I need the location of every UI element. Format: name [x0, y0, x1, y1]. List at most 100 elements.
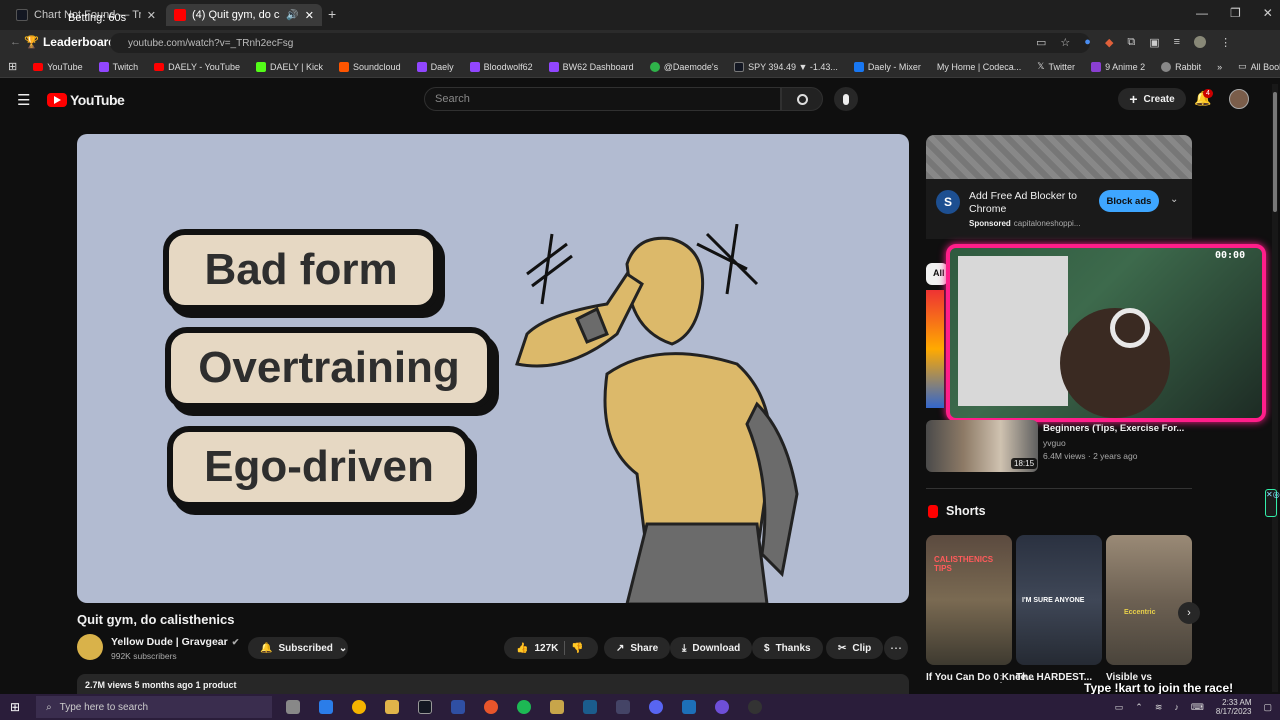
menu-icon[interactable]: ≡ [1174, 36, 1180, 49]
bookmark-twitter[interactable]: 𝕏 Twitter [1029, 61, 1083, 72]
extension-side-widget[interactable]: ✕◎ [1265, 489, 1280, 517]
block-ads-button[interactable]: Block ads [1099, 190, 1159, 212]
all-bookmarks[interactable]: ▭All Bookmarks [1230, 61, 1280, 72]
steam-icon[interactable] [583, 700, 598, 714]
close-icon[interactable]: ✕ [305, 9, 314, 22]
cast-icon[interactable]: ▭ [1036, 36, 1046, 49]
scrollbar-thumb[interactable] [1273, 92, 1277, 212]
extension-icon[interactable]: ◆ [1105, 36, 1113, 49]
close-icon[interactable]: ✕ [147, 9, 156, 22]
create-button[interactable]: + Create [1118, 88, 1186, 110]
app-icon[interactable] [550, 700, 565, 714]
chevron-down-icon[interactable]: ⌄ [1170, 194, 1178, 205]
bookmark-9anime[interactable]: 9 Anime 2 [1083, 61, 1153, 72]
profile-avatar[interactable] [1194, 36, 1207, 48]
channel-name-row[interactable]: Yellow Dude | Gravgear ✔ [111, 636, 239, 648]
ad-title[interactable]: Add Free Ad Blocker to Chrome [969, 190, 1087, 216]
bookmark-codecademy[interactable]: My Home | Codeca... [929, 62, 1029, 72]
app-icon[interactable] [682, 700, 697, 714]
search-button[interactable] [781, 87, 823, 111]
thumbs-down-icon[interactable]: 👎 [571, 643, 583, 654]
spotify-icon[interactable] [517, 700, 532, 714]
sidepanel-icon[interactable]: ▣ [1149, 36, 1159, 49]
bookmark-daely-kick[interactable]: DAELY | Kick [248, 61, 331, 72]
share-button[interactable]: ↗ Share [604, 637, 671, 659]
bookmark-daely-mixer[interactable]: Daely - Mixer [846, 61, 929, 72]
scrollbar[interactable] [1272, 84, 1278, 692]
bookmarks-bar: ⊞ YouTube Twitch DAELY - YouTube DAELY |… [0, 56, 1280, 78]
tradingview-icon[interactable] [418, 700, 433, 714]
bookmark-rabbit[interactable]: Rabbit [1153, 61, 1209, 72]
minimize-icon[interactable]: — [1196, 6, 1208, 20]
bookmark-daely[interactable]: Daely [409, 61, 462, 72]
bookmark-twitch[interactable]: Twitch [91, 61, 147, 72]
network-icon[interactable]: ▭ [1115, 702, 1124, 713]
like-count[interactable]: 127K [534, 643, 558, 654]
short-thumbnail-2[interactable]: I'M SURE ANYONE [1016, 535, 1102, 665]
file-explorer-icon[interactable] [385, 700, 400, 714]
youtube-logo[interactable]: YouTube [47, 92, 125, 108]
app-icon[interactable] [451, 700, 466, 714]
windows-start-icon[interactable]: ⊞ [10, 700, 20, 714]
bookmark-bw62-dashboard[interactable]: BW62 Dashboard [541, 61, 642, 72]
taskbar-clock[interactable]: 2:33 AM 8/17/2023 [1216, 698, 1252, 716]
download-button[interactable]: ⤓ Download [670, 637, 753, 659]
chip-all[interactable]: All [926, 263, 948, 285]
video-player[interactable]: Bad form Overtraining Ego-driven [77, 134, 909, 603]
bookmark-bloodwolf62[interactable]: Bloodwolf62 [462, 61, 541, 72]
bookmark-daely-youtube[interactable]: DAELY - YouTube [146, 62, 248, 72]
more-icon[interactable]: ⋮ [1220, 36, 1231, 49]
thanks-button[interactable]: $ Thanks [752, 637, 823, 659]
url-text: youtube.com/watch?v=_TRnh2ecFsg [128, 37, 294, 49]
short-title-2[interactable]: The HARDEST... [1016, 672, 1092, 683]
thumbs-up-icon[interactable]: 👍 [516, 643, 528, 654]
voice-search-button[interactable] [834, 87, 858, 111]
more-actions-button[interactable]: ⋯ [884, 636, 908, 660]
bookmark-spy[interactable]: SPY 394.49 ▼ -1.43... [726, 61, 846, 72]
puzzle-icon[interactable]: ⧉ [1127, 36, 1135, 49]
user-avatar[interactable] [1229, 89, 1249, 109]
new-tab-button[interactable]: + [328, 6, 336, 22]
related-thumbnail-partial[interactable] [926, 290, 944, 408]
volume-icon[interactable]: ♪ [1174, 702, 1179, 712]
description-box[interactable]: 2.7M views 5 months ago 1 product [77, 674, 909, 694]
extension-icon[interactable]: ● [1084, 36, 1091, 49]
app-icon[interactable] [484, 700, 499, 714]
subscribed-button[interactable]: 🔔 Subscribed ⌄ [248, 637, 348, 659]
notifications-icon[interactable]: ▢ [1263, 702, 1272, 713]
more-vertical-icon[interactable]: ⋮ [996, 674, 1006, 685]
hamburger-menu-icon[interactable]: ☰ [17, 91, 30, 109]
apps-icon[interactable]: ⊞ [0, 60, 25, 73]
channel-avatar[interactable] [77, 634, 103, 660]
chevron-right-icon[interactable]: » [1209, 62, 1230, 72]
edge-icon[interactable] [319, 700, 334, 714]
close-window-icon[interactable]: ✕ [1263, 6, 1273, 20]
tab-youtube[interactable]: (4) Quit gym, do calisthenic 🔊 ✕ [166, 4, 322, 26]
language-icon[interactable]: ⌨ [1191, 702, 1204, 713]
taskbar-search-input[interactable]: ⌕ Type here to search [36, 696, 273, 718]
short-thumbnail-3[interactable]: Eccentric [1106, 535, 1192, 665]
task-view-icon[interactable] [286, 700, 301, 714]
chrome-icon[interactable] [352, 700, 367, 714]
bookmark-youtube[interactable]: YouTube [25, 62, 90, 72]
app-icon[interactable] [748, 700, 763, 714]
star-icon[interactable]: ☆ [1060, 36, 1070, 49]
bookmark-daemode[interactable]: @Daemode's [642, 61, 726, 72]
clip-button[interactable]: ✂ Clip [826, 637, 884, 659]
back-icon[interactable]: ← [10, 36, 21, 48]
obs-icon[interactable] [715, 700, 730, 714]
bookmark-soundcloud[interactable]: Soundcloud [331, 61, 409, 72]
related-video-title[interactable]: Beginners (Tips, Exercise For... [1043, 423, 1184, 434]
wifi-icon[interactable]: ≋ [1155, 702, 1163, 713]
related-channel-name[interactable]: yvguo [1043, 438, 1066, 448]
search-input[interactable]: Search [424, 87, 781, 111]
maximize-icon[interactable]: ❐ [1230, 6, 1241, 20]
ad-banner-image[interactable] [926, 135, 1192, 179]
chevron-up-icon[interactable]: ⌃ [1135, 702, 1143, 713]
speaker-icon[interactable]: 🔊 [286, 10, 298, 21]
address-bar[interactable]: youtube.com/watch?v=_TRnh2ecFsg [110, 33, 1090, 53]
short-thumbnail-1[interactable]: CALISTHENICS TIPS [926, 535, 1012, 665]
app-icon[interactable] [616, 700, 631, 714]
shorts-next-button[interactable]: › [1178, 602, 1200, 624]
discord-icon[interactable] [649, 700, 664, 714]
